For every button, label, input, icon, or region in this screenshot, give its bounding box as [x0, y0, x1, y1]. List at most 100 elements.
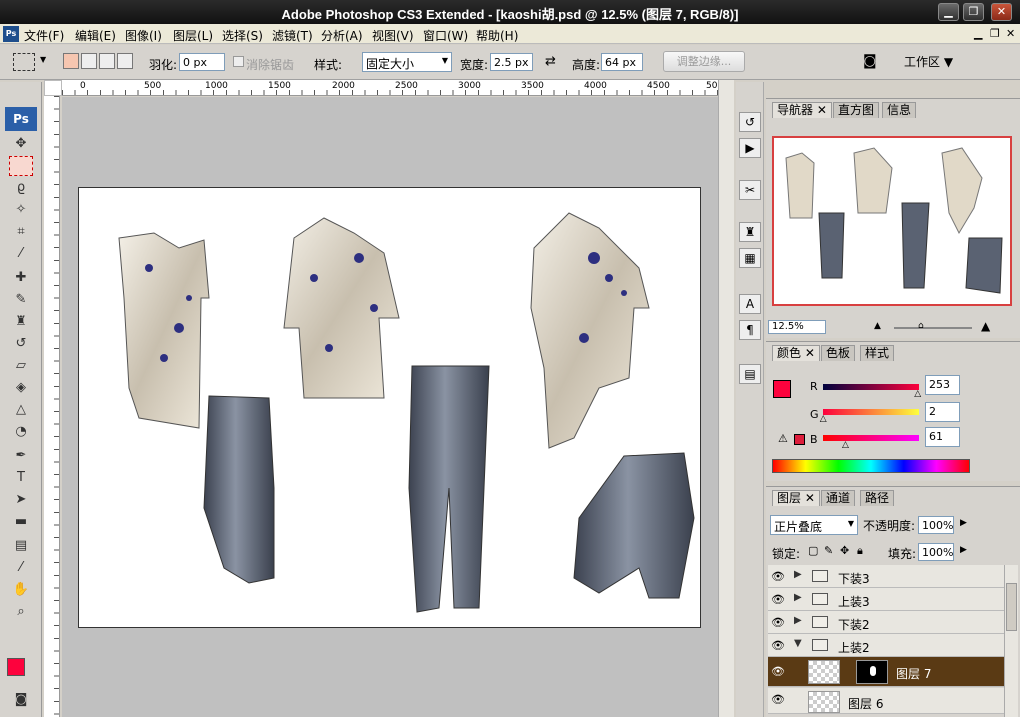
height-input[interactable]: 64 px — [601, 53, 643, 71]
rectangle-tool-icon[interactable]: ▬ — [9, 512, 33, 532]
layers-scrollbar[interactable] — [1004, 565, 1018, 717]
r-value-input[interactable]: 253 — [925, 375, 960, 395]
layer-group-row[interactable]: 👁︎ ▶ 下装3 — [768, 565, 1004, 588]
r-slider-thumb[interactable]: △ — [914, 389, 921, 399]
quick-mask-icon[interactable]: ◙ — [9, 690, 33, 710]
tab-navigator[interactable]: 导航器 ✕ — [772, 102, 832, 118]
lasso-tool-icon[interactable]: ϱ — [9, 178, 33, 198]
eye-icon[interactable]: 👁︎ — [771, 693, 785, 706]
lock-image-icon[interactable]: ✎ — [824, 544, 833, 557]
hand-tool-icon[interactable]: ✋ — [9, 580, 33, 600]
menu-view[interactable]: 视图(V) — [372, 27, 414, 44]
intersect-selection-icon[interactable] — [117, 53, 133, 69]
crop-tool-icon[interactable]: ⌗ — [9, 222, 33, 242]
width-input[interactable]: 2.5 px — [490, 53, 533, 71]
healing-brush-tool-icon[interactable]: ✚ — [9, 268, 33, 288]
lock-all-icon[interactable]: 🔒︎ — [857, 544, 863, 558]
menu-analysis[interactable]: 分析(A) — [321, 27, 363, 44]
bridge-icon[interactable]: ◙ — [863, 53, 877, 69]
actions-panel-icon[interactable]: ▶ — [739, 138, 761, 158]
tab-swatches[interactable]: 色板 — [821, 345, 856, 361]
layer-row[interactable]: 👁︎ 图层 6 — [768, 688, 1004, 714]
tool-presets-icon[interactable]: ✂ — [739, 180, 761, 200]
ruler-origin[interactable] — [44, 80, 62, 96]
tab-histogram[interactable]: 直方图 — [833, 102, 880, 118]
gamut-color-swatch[interactable] — [794, 434, 805, 445]
eye-icon[interactable]: 👁︎ — [771, 570, 785, 583]
tab-channels[interactable]: 通道 — [821, 490, 856, 506]
blend-mode-select[interactable]: 正片叠底 ▼ — [770, 515, 858, 535]
workspace-button[interactable]: 工作区 ▼ — [904, 53, 953, 70]
opacity-slider-arrow-icon[interactable]: ▶ — [960, 518, 967, 528]
layers-scrollbar-thumb[interactable] — [1006, 583, 1017, 631]
opacity-input[interactable]: 100% — [918, 516, 954, 534]
chevron-down-icon[interactable]: ▼ — [40, 55, 46, 64]
magic-wand-tool-icon[interactable]: ✧ — [9, 200, 33, 220]
g-channel-slider[interactable] — [823, 409, 919, 415]
clone-stamp-tool-icon[interactable]: ♜ — [9, 312, 33, 332]
dodge-tool-icon[interactable]: ◔ — [9, 422, 33, 442]
close-button[interactable]: ✕ — [991, 3, 1012, 21]
expand-arrow-icon[interactable]: ▶ — [794, 592, 802, 603]
layer-group-row[interactable]: 👁︎ ▶ 下装2 — [768, 611, 1004, 634]
menu-edit[interactable]: 编辑(E) — [75, 27, 116, 44]
lock-transparency-icon[interactable]: ▢ — [808, 544, 818, 557]
eye-icon[interactable]: 👁︎ — [771, 616, 785, 629]
type-tool-icon[interactable]: T — [9, 468, 33, 488]
menu-select[interactable]: 选择(S) — [222, 27, 263, 44]
marquee-tool-icon[interactable] — [9, 156, 33, 176]
eye-icon[interactable]: 👁︎ — [771, 639, 785, 652]
paint-bucket-tool-icon[interactable]: ◈ — [9, 378, 33, 398]
lock-position-icon[interactable]: ✥ — [840, 544, 849, 557]
tab-styles[interactable]: 样式 — [860, 345, 895, 361]
color-spectrum-bar[interactable] — [772, 459, 970, 473]
clone-source-icon[interactable]: ♜ — [739, 222, 761, 242]
b-slider-thumb[interactable]: △ — [842, 440, 849, 450]
layer-comps-icon[interactable]: ▤ — [739, 364, 761, 384]
restore-button[interactable]: ❐ — [963, 3, 984, 21]
brush-tool-icon[interactable]: ✎ — [9, 290, 33, 310]
pen-tool-icon[interactable]: ✒ — [9, 446, 33, 466]
document-canvas[interactable] — [78, 187, 701, 628]
move-tool-icon[interactable]: ✥ — [9, 134, 33, 154]
close-icon[interactable]: ✕ — [805, 491, 815, 505]
antialias-checkbox[interactable] — [233, 56, 244, 67]
subtract-selection-icon[interactable] — [99, 53, 115, 69]
menu-image[interactable]: 图像(I) — [125, 27, 162, 44]
layer-group-row[interactable]: 👁︎ ▼ 上装2 — [768, 634, 1004, 657]
navigator-zoom-slider[interactable] — [894, 327, 972, 329]
zoom-in-icon[interactable]: ▲ — [981, 319, 990, 333]
refine-edge-button[interactable]: 调整边缘... — [663, 51, 745, 72]
fill-input[interactable]: 100% — [918, 543, 954, 561]
style-select[interactable]: 固定大小 ▼ — [362, 52, 452, 72]
tab-paths[interactable]: 路径 — [860, 490, 895, 506]
g-value-input[interactable]: 2 — [925, 402, 960, 422]
menu-help[interactable]: 帮助(H) — [476, 27, 518, 44]
zoom-out-icon[interactable]: ▲ — [874, 321, 881, 331]
tab-info[interactable]: 信息 — [882, 102, 917, 118]
new-selection-icon[interactable] — [63, 53, 79, 69]
eyedropper-tool-icon[interactable]: ⁄ — [9, 244, 33, 264]
layer-mask-thumbnail[interactable] — [856, 660, 888, 684]
swap-dimensions-icon[interactable]: ⇄ — [545, 54, 556, 69]
brushes-panel-icon[interactable]: ▦ — [739, 248, 761, 268]
doc-restore-icon[interactable]: ❐ — [990, 27, 1000, 40]
foreground-color-swatch[interactable] — [7, 658, 25, 676]
eraser-tool-icon[interactable]: ▱ — [9, 356, 33, 376]
paragraph-panel-icon[interactable]: ¶ — [739, 320, 761, 340]
eye-icon[interactable]: 👁︎ — [771, 665, 785, 678]
r-channel-slider[interactable] — [823, 384, 919, 390]
marquee-preset-icon[interactable] — [13, 53, 35, 71]
menu-layer[interactable]: 图层(L) — [173, 27, 213, 44]
close-icon[interactable]: ✕ — [817, 103, 827, 117]
layer-row-selected[interactable]: 👁︎ 图层 7 — [768, 657, 1004, 687]
document-vertical-scrollbar[interactable] — [718, 80, 734, 717]
history-brush-tool-icon[interactable]: ↺ — [9, 334, 33, 354]
b-value-input[interactable]: 61 — [925, 427, 960, 447]
minimize-button[interactable]: ▁ — [938, 3, 959, 21]
path-selection-tool-icon[interactable]: ➤ — [9, 490, 33, 510]
zoom-tool-icon[interactable]: ⌕ — [9, 602, 33, 622]
doc-close-icon[interactable]: ✕ — [1006, 27, 1015, 40]
menu-filter[interactable]: 滤镜(T) — [272, 27, 313, 44]
fill-slider-arrow-icon[interactable]: ▶ — [960, 545, 967, 555]
